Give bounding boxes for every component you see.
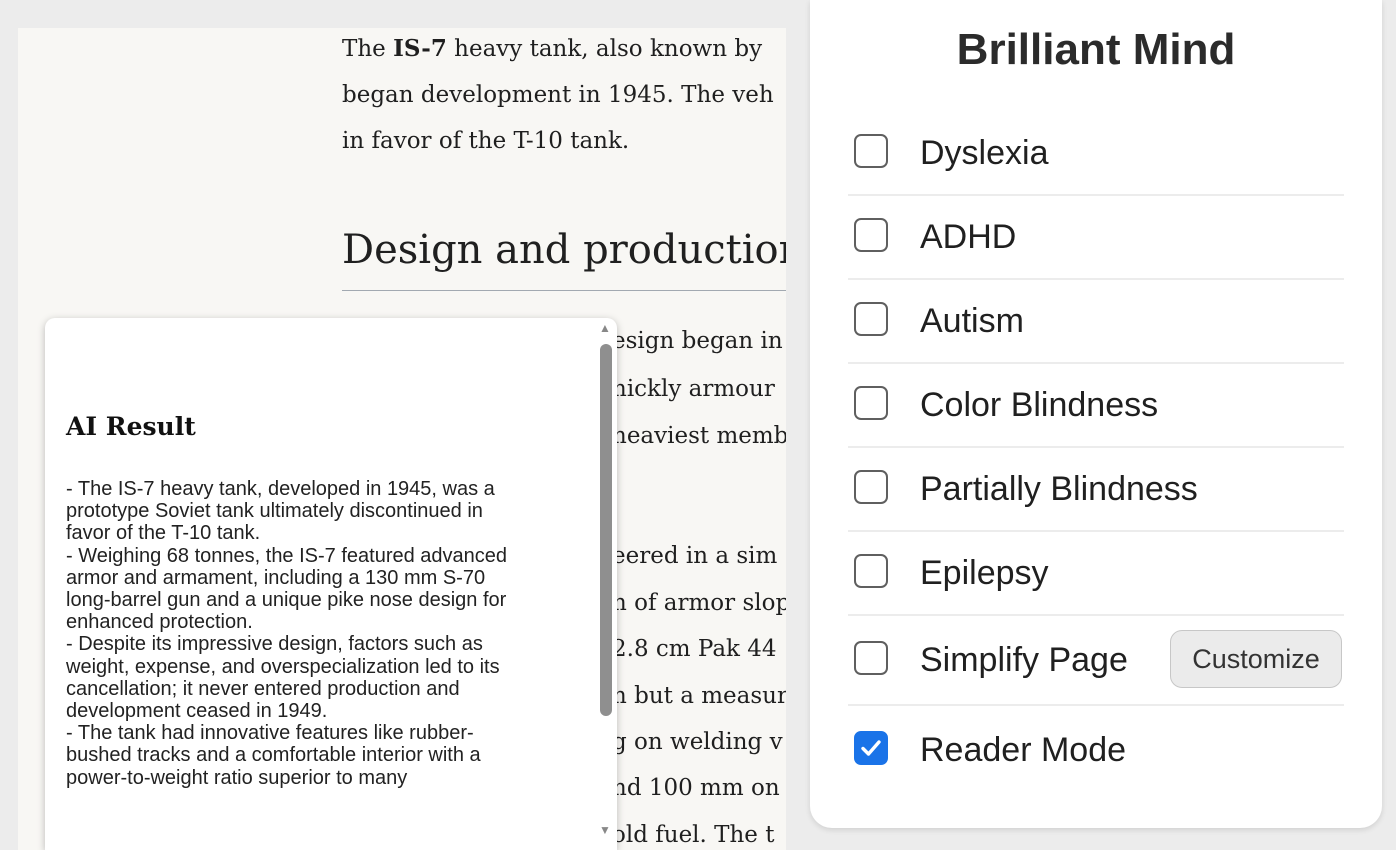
ai-result-line: development ceased in 1949. (66, 700, 328, 723)
article-text-fragment: heaviest memb (612, 423, 786, 449)
color-blindness-checkbox[interactable] (854, 386, 888, 420)
article-text-fragment: hickly armour (612, 376, 775, 402)
dyslexia-checkbox[interactable] (854, 134, 888, 168)
adhd-checkbox[interactable] (854, 218, 888, 252)
panel-title: Brilliant Mind (956, 25, 1236, 74)
option-autism[interactable]: Autism (848, 280, 1344, 364)
article-text-fragment: g on welding v (612, 729, 783, 755)
article-text-fragment: esign began in (612, 328, 783, 354)
brilliant-mind-panel: Brilliant Mind Dyslexia ADHD Autism Colo… (810, 0, 1382, 828)
ai-result-line: - The IS-7 heavy tank, developed in 1945… (66, 478, 495, 500)
ai-result-line: armor and armament, including a 130 mm S… (66, 566, 486, 589)
ai-result-line: - Despite its impressive design, factors… (66, 633, 483, 656)
option-label: ADHD (920, 218, 1017, 256)
scroll-down-arrow-icon[interactable]: ▼ (597, 824, 613, 836)
ai-result-line: long-barrel gun and a unique pike nose d… (66, 589, 507, 612)
ai-result-line: enhanced protection. (66, 611, 253, 634)
ai-result-line: prototype Soviet tank ultimately discont… (66, 500, 483, 523)
heading-divider (342, 290, 786, 291)
section-heading: Design and production (342, 227, 786, 273)
reader-mode-checkbox[interactable] (854, 731, 888, 765)
ai-result-line: weight, expense, and overspecialization … (66, 655, 500, 678)
option-label: Epilepsy (920, 554, 1049, 592)
customize-button[interactable]: Customize (1170, 630, 1342, 688)
article-text-fragment: nd 100 mm on (612, 775, 780, 801)
simplify-page-checkbox[interactable] (854, 641, 888, 675)
article-intro: The IS-7 heavy tank, also known by began… (342, 28, 774, 164)
ai-result-popup: AI Result - The IS-7 heavy tank, develop… (45, 318, 617, 850)
option-partially-blindness[interactable]: Partially Blindness (848, 448, 1344, 532)
article-text-fragment: eered in a sim (612, 543, 778, 569)
intro-line-1: The IS-7 heavy tank, also known by (342, 35, 763, 62)
ai-result-line: power-to-weight ratio superior to many (66, 766, 408, 789)
intro-line-3: in favor of the T-10 tank. (342, 128, 630, 154)
article-text-fragment: n of armor slop (612, 590, 786, 616)
option-adhd[interactable]: ADHD (848, 196, 1344, 280)
tank-name-bold: IS-7 (393, 35, 447, 62)
option-label: Simplify Page (920, 641, 1128, 679)
article-text-fragment: n but a measur (612, 683, 786, 709)
ai-result-text: - The IS-7 heavy tank, developed in 1945… (66, 478, 578, 789)
ai-result-title: AI Result (66, 412, 196, 441)
article-text-fragment: old fuel. The t (612, 822, 775, 848)
ai-result-line: favor of the T-10 tank. (66, 522, 261, 545)
ai-result-line: cancellation; it never entered productio… (66, 677, 460, 700)
intro-line-2: began development in 1945. The veh (342, 82, 774, 108)
option-label: Color Blindness (920, 386, 1159, 424)
popup-scrollbar-thumb[interactable] (600, 344, 612, 716)
option-label: Autism (920, 302, 1024, 340)
checkmark-icon (861, 740, 881, 756)
option-dyslexia[interactable]: Dyslexia (848, 112, 1344, 196)
option-label: Reader Mode (920, 731, 1127, 769)
option-reader-mode[interactable]: Reader Mode (848, 708, 1344, 792)
option-simplify-page[interactable]: Simplify Page Customize (848, 616, 1344, 706)
autism-checkbox[interactable] (854, 302, 888, 336)
option-epilepsy[interactable]: Epilepsy (848, 532, 1344, 616)
article-text-fragment: 2.8 cm Pak 44 (612, 636, 777, 662)
scroll-up-arrow-icon[interactable]: ▲ (597, 322, 613, 334)
option-label: Dyslexia (920, 134, 1049, 172)
ai-result-line: - The tank had innovative features like … (66, 722, 474, 745)
ai-result-line: bushed tracks and a comfortable interior… (66, 744, 481, 767)
partially-blindness-checkbox[interactable] (854, 470, 888, 504)
ai-result-line: - Weighing 68 tonnes, the IS-7 featured … (66, 544, 508, 567)
option-color-blindness[interactable]: Color Blindness (848, 364, 1344, 448)
epilepsy-checkbox[interactable] (854, 554, 888, 588)
option-label: Partially Blindness (920, 470, 1198, 508)
